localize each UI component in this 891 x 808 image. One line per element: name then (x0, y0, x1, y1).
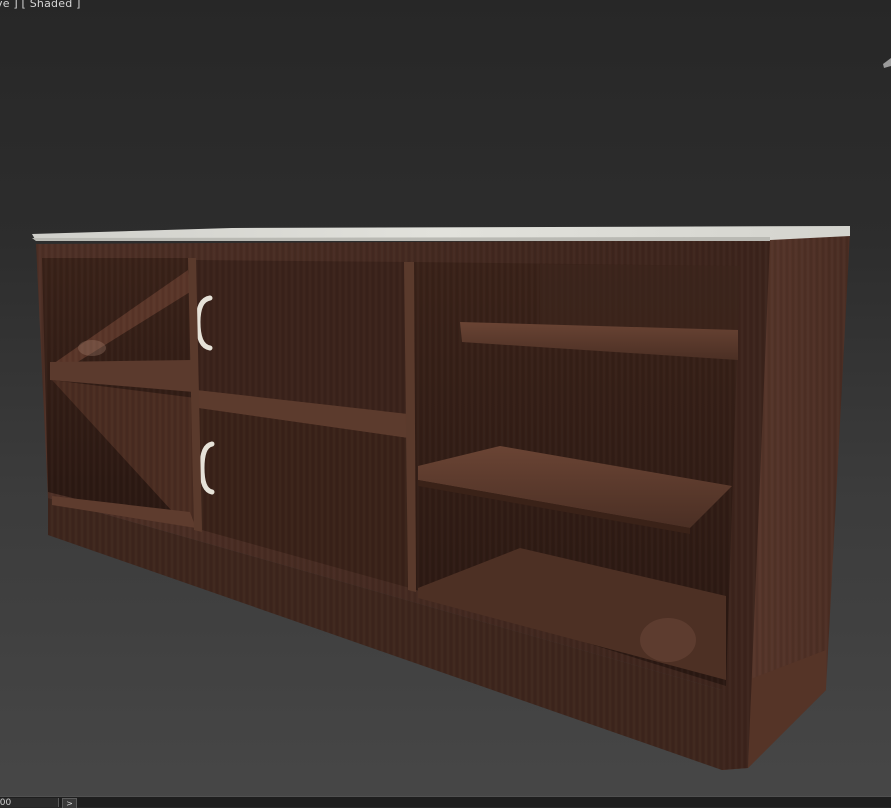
viewcube-icon[interactable] (881, 56, 891, 74)
time-slider[interactable]: 000 > (0, 796, 891, 808)
cabinet-model[interactable] (0, 0, 891, 796)
perspective-viewport[interactable]: ve ] [ Shaded ] (0, 0, 891, 796)
next-frame-button[interactable]: > (62, 798, 77, 808)
